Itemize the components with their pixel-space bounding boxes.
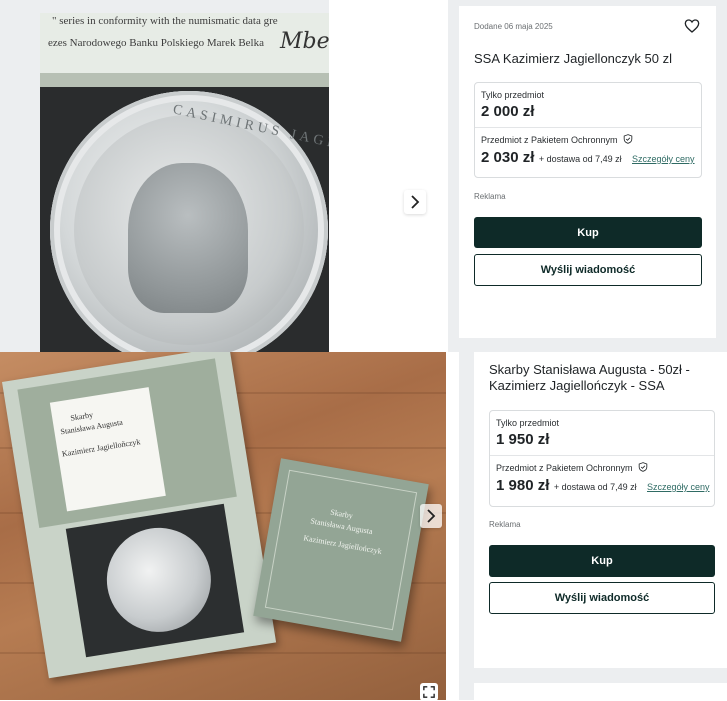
price-protected-label-text: Przedmiot z Pakietem Ochronnym (496, 463, 633, 473)
coin-case: Skarby Stanisława Augusta Kazimierz Jagi… (2, 352, 277, 679)
price-details-link[interactable]: Szczegóły ceny (632, 154, 695, 164)
listing-title[interactable]: SSA Kazimierz Jagiellonczyk 50 zl (474, 51, 672, 66)
shield-check-icon (623, 134, 633, 144)
price-only: 2 000 zł (481, 103, 535, 120)
certificate: " series in conformity with the numismat… (40, 13, 329, 87)
shield-check-icon (638, 462, 648, 472)
shipping-cost: + dostawa od 7,49 zł (538, 154, 622, 164)
fullscreen-button[interactable] (420, 683, 438, 701)
price-protected-label: Przedmiot z Pakietem Ochronnym (481, 134, 633, 145)
price-only: 1 950 zł (496, 431, 550, 448)
price-only-label: Tylko przedmiot (496, 418, 560, 428)
case-sleeve: Skarby Stanisława Augusta Kazimierz Jagi… (253, 458, 429, 642)
coin-image: CASIMIRUS JAGELLONIDES. (50, 91, 329, 352)
price-protected-row: 1 980 zł + dostawa od 7,49 zł (496, 477, 637, 495)
divider (490, 455, 714, 456)
price-protected-label-text: Przedmiot z Pakietem Ochronnym (481, 135, 618, 145)
price-protected-row: 2 030 zł + dostawa od 7,49 zł (481, 149, 622, 167)
buy-button[interactable]: Kup (474, 217, 702, 248)
buy-button[interactable]: Kup (489, 545, 715, 577)
heart-icon[interactable] (684, 18, 700, 34)
price-box: Tylko przedmiot 1 950 zł Przedmiot z Pak… (489, 410, 715, 507)
price-protected-label: Przedmiot z Pakietem Ochronnym (496, 462, 648, 473)
certificate-text-2: ezes Narodowego Banku Polskiego Marek Be… (48, 37, 264, 49)
chevron-right-icon (427, 509, 436, 523)
chevron-right-icon (411, 195, 420, 209)
gallery-side-panel (329, 0, 448, 352)
listing-title[interactable]: Skarby Stanisława Augusta - 50zł - Kazim… (489, 362, 719, 394)
divider (475, 127, 701, 128)
send-message-button[interactable]: Wyślij wiadomość (474, 254, 702, 286)
certificate-text-1: " series in conformity with the numismat… (52, 15, 278, 27)
coin-portrait (128, 163, 248, 313)
date-added: Dodane 06 maja 2025 (474, 22, 553, 31)
shipping-cost: + dostawa od 7,49 zł (553, 482, 637, 492)
price-only-label: Tylko przedmiot (481, 90, 545, 100)
ad-label: Reklama (474, 192, 506, 201)
next-listing-card (474, 683, 727, 700)
listing-1-details: Dodane 06 maja 2025 SSA Kazimierz Jagiel… (459, 6, 716, 338)
listing-2-photo[interactable]: Skarby Stanisława Augusta Kazimierz Jagi… (0, 352, 446, 700)
sleeve-frame (264, 469, 418, 631)
certificate-signature: Mbel (280, 29, 329, 54)
price-protected: 2 030 zł (481, 149, 535, 166)
certificate-border (40, 73, 329, 87)
price-box: Tylko przedmiot 2 000 zł Przedmiot z Pak… (474, 82, 702, 178)
gallery-side-panel (446, 352, 459, 700)
send-message-button[interactable]: Wyślij wiadomość (489, 582, 715, 614)
ad-label: Reklama (489, 520, 521, 529)
price-details-link[interactable]: Szczegóły ceny (647, 482, 710, 492)
price-protected: 1 980 zł (496, 477, 550, 494)
next-image-button[interactable] (404, 190, 426, 214)
listing-2-details: Skarby Stanisława Augusta - 50zł - Kazim… (474, 352, 727, 668)
listing-1-photo[interactable]: " series in conformity with the numismat… (40, 13, 329, 352)
next-image-button[interactable] (420, 504, 442, 528)
expand-icon (423, 686, 435, 698)
